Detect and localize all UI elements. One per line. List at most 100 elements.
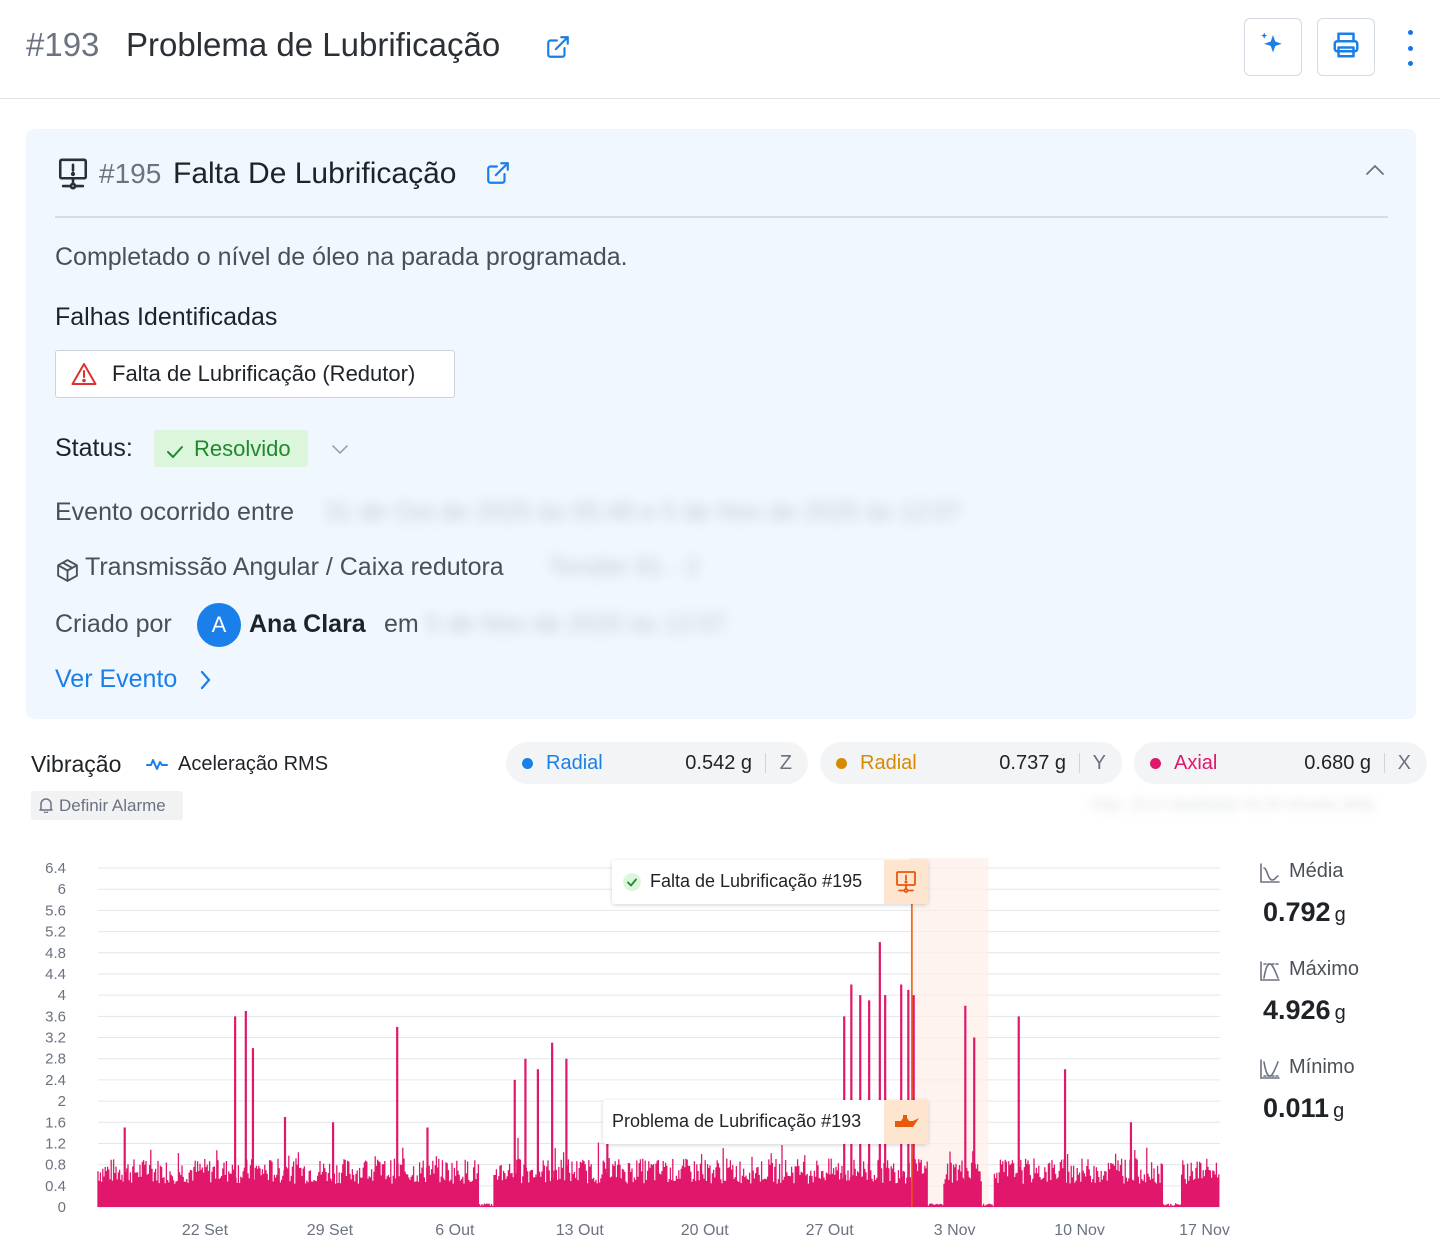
chevron-down-icon[interactable] bbox=[331, 442, 349, 460]
x-tick-label: 22 Set bbox=[182, 1222, 229, 1239]
y-tick-label: 4.8 bbox=[45, 945, 66, 962]
x-tick-label: 29 Set bbox=[307, 1222, 354, 1239]
external-link-icon[interactable] bbox=[545, 34, 571, 60]
vibration-subtitle[interactable]: Aceleração RMS bbox=[178, 753, 328, 776]
check-icon bbox=[166, 440, 184, 466]
event-card: #195 Falta De Lubrificação Completado o … bbox=[26, 129, 1416, 719]
x-tick-label: 3 Nov bbox=[934, 1222, 976, 1239]
series-pill-axial-x[interactable]: Axial 0.680 g X bbox=[1134, 742, 1427, 784]
set-alarm-label: Definir Alarme bbox=[59, 796, 166, 815]
chart-grid bbox=[98, 867, 1220, 1208]
vibration-title: Vibração bbox=[31, 751, 122, 777]
x-tick-label: 6 Out bbox=[435, 1222, 475, 1239]
y-tick-label: 6.4 bbox=[45, 860, 66, 877]
event-annotation-195[interactable]: Falta de Lubrificação #195 bbox=[612, 860, 928, 904]
status-value: Resolvido bbox=[194, 436, 291, 461]
series-pill-radial-z[interactable]: Radial 0.542 g Z bbox=[506, 742, 808, 784]
page-header: #193 Problema de Lubrificação bbox=[0, 0, 1440, 99]
event-title: Falta De Lubrificação bbox=[173, 157, 457, 190]
print-button[interactable] bbox=[1317, 18, 1375, 76]
stat-unit: g bbox=[1334, 904, 1346, 926]
update-note: Hoje, 18:14 atualizado há 34 minutos atr… bbox=[1090, 796, 1376, 813]
external-link-icon[interactable] bbox=[485, 160, 511, 186]
avatar: A bbox=[197, 603, 241, 647]
chart-minimum-icon bbox=[1259, 1058, 1281, 1085]
y-tick-label: 2.4 bbox=[45, 1072, 66, 1089]
series-dot bbox=[836, 758, 847, 769]
page-title: Problema de Lubrificação bbox=[126, 26, 501, 63]
y-tick-label: 2.8 bbox=[45, 1051, 66, 1068]
asset-path[interactable]: Transmissão Angular / Caixa redutora bbox=[85, 553, 504, 582]
y-tick-label: 0.4 bbox=[45, 1178, 66, 1195]
stat-unit: g bbox=[1334, 1002, 1346, 1024]
series-value: 0.542 g bbox=[685, 752, 752, 774]
event-window bbox=[910, 858, 989, 1207]
chevron-right-icon[interactable] bbox=[198, 669, 212, 696]
print-icon bbox=[1331, 30, 1361, 65]
warning-icon bbox=[71, 362, 97, 391]
fault-label: Falta de Lubrificação bbox=[112, 361, 317, 386]
x-tick-label: 13 Out bbox=[556, 1222, 605, 1239]
fault-tag[interactable]: Falta de Lubrificação (Redutor) bbox=[55, 350, 455, 398]
series-name: Axial bbox=[1174, 752, 1218, 774]
sparkles-icon bbox=[1258, 30, 1288, 65]
issue-annotation-193[interactable]: Problema de Lubrificação #193 bbox=[603, 1100, 928, 1144]
series-pill-radial-y[interactable]: Radial 0.737 g Y bbox=[820, 742, 1122, 784]
x-tick-label: 17 Nov bbox=[1179, 1222, 1230, 1239]
chart-maximum-icon bbox=[1259, 960, 1281, 987]
series-value: 0.680 g bbox=[1304, 752, 1371, 774]
event-description: Completado o nível de óleo na parada pro… bbox=[55, 243, 628, 271]
collapse-chevron-icon[interactable] bbox=[1364, 163, 1386, 182]
x-tick-label: 27 Out bbox=[806, 1222, 855, 1239]
series-axis: Y bbox=[1092, 752, 1106, 774]
y-tick-label: 4.4 bbox=[45, 966, 66, 983]
user-name: Ana Clara bbox=[249, 610, 366, 638]
y-tick-label: 2 bbox=[58, 1093, 66, 1110]
series-axis: X bbox=[1397, 752, 1411, 774]
event-monitor-icon bbox=[884, 860, 928, 904]
fault-component: (Redutor) bbox=[322, 361, 416, 386]
y-tick-label: 0 bbox=[58, 1199, 66, 1216]
asset-cube-icon bbox=[55, 558, 80, 588]
event-number: #195 bbox=[99, 158, 162, 189]
chart-average-icon bbox=[1259, 862, 1281, 889]
status-badge[interactable]: Resolvido bbox=[154, 430, 308, 467]
y-tick-label: 3.2 bbox=[45, 1030, 66, 1047]
stat-label: Mínimo bbox=[1289, 1056, 1355, 1078]
stat-unit: g bbox=[1333, 1100, 1345, 1122]
series-dot bbox=[1150, 758, 1161, 769]
divider bbox=[55, 216, 1388, 218]
y-tick-label: 3.6 bbox=[45, 1008, 66, 1025]
y-tick-label: 0.8 bbox=[45, 1157, 66, 1174]
more-options-button[interactable] bbox=[1400, 30, 1420, 66]
series-baseline bbox=[97, 1137, 1220, 1207]
y-tick-label: 1.2 bbox=[45, 1135, 66, 1152]
event-monitor-icon bbox=[56, 157, 90, 196]
stat-value: 0.011 bbox=[1263, 1093, 1330, 1123]
issue-number: #193 bbox=[26, 26, 100, 63]
stat-label: Máximo bbox=[1289, 958, 1360, 980]
asset-tag: Torsiler 81 - 2 bbox=[548, 553, 700, 581]
separator bbox=[765, 753, 766, 773]
stat-value: 4.926 bbox=[1263, 995, 1331, 1025]
x-axis-ticks: 22 Set 29 Set 6 Out 13 Out 20 Out 27 Out 3 Nov… bbox=[182, 1222, 1230, 1239]
oil-can-icon bbox=[884, 1100, 928, 1144]
y-tick-label: 4 bbox=[58, 987, 66, 1004]
y-tick-label: 1.6 bbox=[45, 1114, 66, 1131]
faults-heading: Falhas Identificadas bbox=[55, 303, 278, 331]
series-axis: Z bbox=[779, 752, 792, 774]
y-tick-label: 5.2 bbox=[45, 924, 66, 941]
created-on-label: em bbox=[384, 610, 419, 638]
occurred-value: 31 de Out de 2025 às 05:48 e 5 de Nov de… bbox=[324, 498, 963, 526]
view-event-link[interactable]: Ver Evento bbox=[55, 665, 177, 694]
stat-value: 0.792 bbox=[1263, 897, 1331, 927]
ai-assistant-button[interactable] bbox=[1244, 18, 1302, 76]
set-alarm-button[interactable]: Definir Alarme bbox=[31, 791, 183, 820]
annotation-label: Problema de Lubrificação #193 bbox=[612, 1111, 862, 1131]
occurred-label: Evento ocorrido entre bbox=[55, 498, 295, 526]
y-tick-label: 6 bbox=[58, 881, 66, 898]
series-name: Radial bbox=[546, 752, 603, 774]
annotation-label: Falta de Lubrificação #195 bbox=[650, 871, 863, 891]
series-name: Radial bbox=[860, 752, 917, 774]
separator bbox=[1384, 753, 1385, 773]
